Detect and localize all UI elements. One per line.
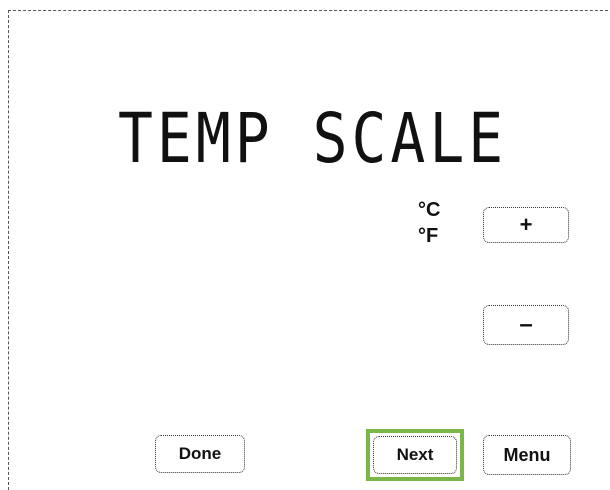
minus-button[interactable]: – (483, 305, 569, 345)
screen-frame (8, 10, 610, 490)
plus-button[interactable]: + (483, 207, 569, 243)
done-button[interactable]: Done (155, 435, 245, 473)
celsius-unit-label: °C (418, 199, 441, 221)
fahrenheit-unit-label: °F (418, 225, 439, 247)
menu-button[interactable]: Menu (483, 435, 571, 475)
screen-title: TEMP SCALE (118, 98, 508, 179)
next-button[interactable]: Next (373, 436, 457, 474)
